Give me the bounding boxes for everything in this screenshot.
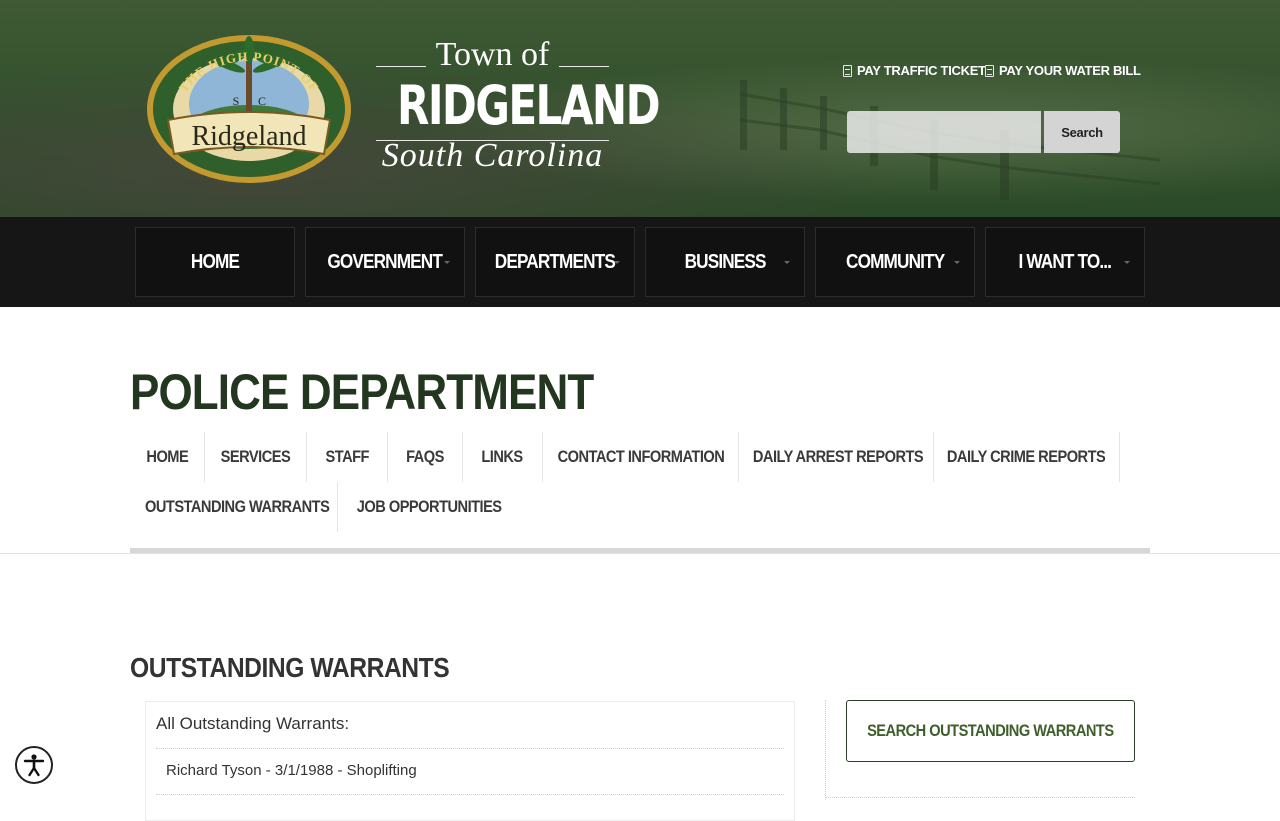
subnav-item-daily-crime-reports[interactable]: DAILY CRIME REPORTS [934,432,1120,482]
seal-state-right: C [258,94,266,108]
wordmark-south-carolina: South Carolina [370,138,615,174]
caret-down-icon [444,261,450,264]
warrant-list-panel: All Outstanding Warrants: Richard Tyson … [145,701,795,821]
caret-down-icon [784,261,790,264]
nav-item-label: COMMUNITY [845,251,945,273]
warrant-list-heading: All Outstanding Warrants: [156,714,350,733]
town-seal-logo[interactable]: THE HIGH POINT OF LOWCOUNTRY S C Ridgela… [146,32,352,186]
seal-state-left: S [233,94,240,108]
subnav-item-label: CONTACT INFORMATION [557,447,724,466]
nav-item-business[interactable]: BUSINESS [645,227,805,297]
subnav-item-label: FAQS [406,447,444,466]
accessibility-widget-button[interactable] [15,746,53,784]
subnav-item-label: SERVICES [220,447,291,466]
subnav-item-links[interactable]: LINKS [463,432,543,482]
subnav-item-services[interactable]: SERVICES [205,432,307,482]
subnav-item-label: LINKS [481,447,524,466]
nav-item-government[interactable]: GOVERNMENT [305,227,465,297]
site-search-button[interactable]: Search [1044,111,1120,153]
caret-down-icon [1124,261,1130,264]
caret-down-icon [954,261,960,264]
wordmark-town-of: Town of [370,36,615,74]
nav-item-i-want-to[interactable]: I WANT TO... [985,227,1145,297]
subnav-item-label: STAFF [325,447,369,466]
subnav-item-label: OUTSTANDING WARRANTS [145,497,330,516]
accessibility-icon [23,754,45,777]
nav-item-label: I WANT TO... [1018,251,1112,273]
sidebar-divider [825,700,826,800]
subnav-item-job-opportunities[interactable]: JOB OPPORTUNITIES [338,482,520,532]
list-item: Richard Tyson - 3/1/1988 - Shoplifting [166,762,417,779]
subnav-item-outstanding-warrants[interactable]: OUTSTANDING WARRANTS [130,482,338,532]
subnav-item-staff[interactable]: STAFF [307,432,388,482]
nav-item-label: DEPARTMENTS [494,251,616,273]
subnav-item-daily-arrest-reports[interactable]: DAILY ARREST REPORTS [739,432,934,482]
nav-item-label: BUSINESS [684,251,766,273]
site-search-input[interactable] [847,111,1041,153]
subnav-item-faqs[interactable]: FAQS [388,432,463,482]
nav-item-community[interactable]: COMMUNITY [815,227,975,297]
divider [156,748,784,749]
main-navigation: HOME GOVERNMENT DEPARTMENTS BUSINESS COM… [0,217,1280,307]
search-outstanding-warrants-button[interactable]: SEARCH OUTSTANDING WARRANTS [846,700,1135,762]
document-icon [985,65,994,77]
subnav-item-label: DAILY CRIME REPORTS [947,447,1106,466]
pay-water-bill-label: PAY YOUR WATER BILL [999,63,1141,78]
seal-banner-text: Ridgeland [191,121,306,152]
nav-item-label: HOME [190,251,240,273]
caret-down-icon [614,261,620,264]
section-title: OUTSTANDING WARRANTS [130,652,450,683]
nav-item-home[interactable]: HOME [135,227,295,297]
section-divider [0,553,1280,554]
sidebar-dotted-rule [825,797,1135,798]
subnav-item-label: JOB OPPORTUNITIES [356,497,502,516]
subnav-item-label: DAILY ARREST REPORTS [752,447,924,466]
pay-traffic-ticket-label: PAY TRAFFIC TICKET [857,63,986,78]
nav-item-label: GOVERNMENT [327,251,444,273]
search-outstanding-warrants-label: SEARCH OUTSTANDING WARRANTS [867,721,1114,740]
subnav-item-home[interactable]: HOME [130,432,205,482]
subnav-item-label: HOME [146,447,188,466]
divider [156,794,784,795]
pay-traffic-ticket-link[interactable]: PAY TRAFFIC TICKET [843,62,986,80]
document-icon [843,65,852,77]
subnav-item-contact-information[interactable]: CONTACT INFORMATION [543,432,739,482]
site-header: THE HIGH POINT OF LOWCOUNTRY S C Ridgela… [0,0,1280,217]
pay-water-bill-link[interactable]: PAY YOUR WATER BILL [985,62,1141,80]
site-wordmark[interactable]: Town of RIDGELAND South Carolina [370,36,661,176]
nav-item-departments[interactable]: DEPARTMENTS [475,227,635,297]
page-title: POLICE DEPARTMENT [130,364,594,420]
wordmark-ridgeland: RIDGELAND [396,74,661,137]
